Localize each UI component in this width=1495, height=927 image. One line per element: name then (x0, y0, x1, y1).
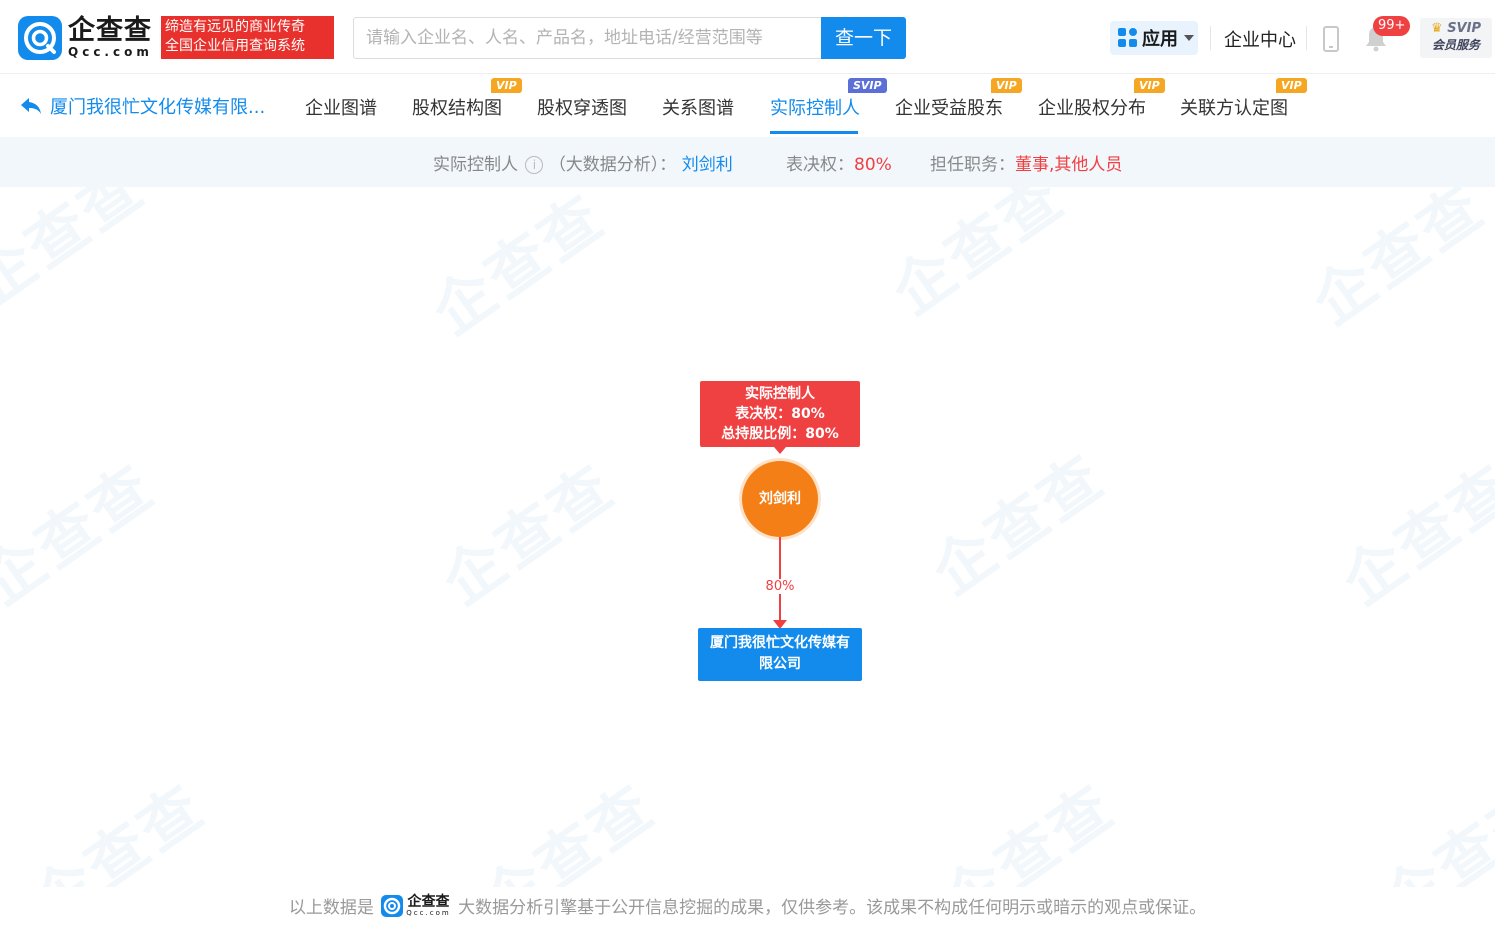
watermark: 企查查 (20, 771, 218, 887)
watermark: 企查查 (1370, 771, 1495, 887)
chevron-down-icon (1184, 35, 1194, 41)
qcc-logo[interactable]: 企查查 Qcc.com (18, 16, 153, 60)
tab-beneficial-shareholders[interactable]: 企业受益股东 (895, 94, 1003, 120)
tab-equity-structure[interactable]: 股权结构图 (412, 94, 502, 120)
slogan-line-1: 缔造有远见的商业传奇 (165, 19, 305, 35)
vip-badge: VIP (491, 78, 522, 93)
graph-nav: 厦门我很忙文化传媒有限... 企业图谱 股权结构图 VIP 股权穿透图 关系图谱… (0, 74, 1495, 137)
vip-badge: VIP (991, 78, 1022, 93)
tab-enterprise-graph[interactable]: 企业图谱 (305, 94, 377, 120)
notification-badge: 99+ (1373, 16, 1411, 36)
disclaimer-text: 大数据分析引擎基于公开信息挖掘的成果，仅供参考。该成果不构成任何明示或暗示的观点… (458, 898, 1207, 918)
graph-canvas[interactable]: 企查查 企查查 企查查 企查查 企查查 企查查 企查查 企查查 企查查 企查查 … (0, 187, 1495, 887)
watermark: 企查查 (880, 187, 1078, 329)
slogan-line-2: 全国企业信用查询系统 (165, 38, 305, 54)
svip-member-button[interactable]: ♛ SVIP 会员服务 (1420, 18, 1492, 58)
back-to-company-link[interactable]: 厦门我很忙文化传媒有限... (20, 93, 265, 119)
top-header: 企查查 Qcc.com 缔造有远见的商业传奇 全国企业信用查询系统 查一下 应用… (0, 0, 1495, 74)
tab-actual-controller[interactable]: 实际控制人 (770, 94, 860, 120)
watermark: 企查查 (0, 187, 158, 319)
logo-text: 企查查 (68, 15, 152, 46)
controller-tag-holding: 总持股比例：80% (721, 426, 839, 442)
watermark: 企查查 (1300, 187, 1495, 339)
watermark: 企查查 (920, 441, 1118, 609)
slogan-banner: 缔造有远见的商业传奇 全国企业信用查询系统 (161, 16, 334, 59)
divider (1306, 26, 1307, 50)
info-icon[interactable]: i (525, 156, 544, 174)
voting-value: 80% (854, 155, 892, 175)
disclaimer-prefix: 以上数据是 (288, 898, 374, 918)
analysis-label: （大数据分析）： (548, 155, 677, 175)
watermark: 企查查 (930, 771, 1128, 887)
position-label: 担任职务： (930, 155, 1015, 175)
apps-menu-button[interactable]: 应用 (1110, 21, 1198, 55)
qcc-logo-icon (381, 895, 404, 917)
vip-badge: VIP (1276, 78, 1307, 93)
controller-label: 实际控制人 (433, 155, 518, 175)
voting-label: 表决权： (786, 155, 854, 175)
watermark: 企查查 (470, 771, 668, 887)
tab-relation-graph[interactable]: 关系图谱 (662, 94, 734, 120)
qcc-logo-icon (18, 16, 62, 60)
crown-icon: ♛ (1431, 21, 1443, 36)
svip-label: SVIP (1447, 21, 1481, 36)
svip-subtitle: 会员服务 (1431, 38, 1480, 52)
tab-related-party[interactable]: 关联方认定图 (1180, 94, 1288, 120)
equity-edge-percent: 80% (756, 579, 804, 594)
controller-tag-title: 实际控制人 (745, 386, 815, 402)
footer-logo-domain: Qcc.com (406, 909, 451, 917)
watermark: 企查查 (430, 451, 628, 619)
active-tab-indicator (770, 131, 858, 134)
search-button[interactable]: 查一下 (821, 17, 906, 59)
actual-controller-tag: 实际控制人 表决权：80% 总持股比例：80% (700, 381, 860, 454)
controller-tag-voting: 表决权：80% (735, 406, 825, 422)
apps-label: 应用 (1142, 29, 1178, 50)
controller-name-link[interactable]: 刘剑利 (682, 155, 733, 175)
controller-summary-bar: 实际控制人 i （大数据分析）： 刘剑利 表决权：80% 担任职务：董事,其他人… (0, 137, 1495, 187)
back-arrow-icon (21, 98, 41, 114)
enterprise-center-link[interactable]: 企业中心 (1224, 26, 1296, 52)
position-value: 董事,其他人员 (1015, 155, 1123, 175)
footer-logo: 企查查 Qcc.com (381, 895, 450, 917)
company-node[interactable]: 厦门我很忙文化传媒有限公司 (698, 628, 862, 681)
footer-logo-text: 企查查 (407, 894, 450, 910)
apps-grid-icon (1118, 28, 1138, 48)
disclaimer-footer: 以上数据是 企查查 Qcc.com 大数据分析引擎基于公开信息挖掘的成果，仅供参… (0, 893, 1495, 918)
watermark: 企查查 (1330, 451, 1495, 619)
mobile-phone-icon[interactable] (1323, 26, 1339, 52)
tab-equity-distribution[interactable]: 企业股权分布 (1038, 94, 1146, 120)
divider (1210, 26, 1211, 50)
back-link-label: 厦门我很忙文化传媒有限... (50, 97, 266, 118)
svip-badge: SVIP (848, 78, 887, 93)
watermark: 企查查 (0, 451, 168, 619)
watermark: 企查查 (420, 187, 618, 349)
tab-equity-penetration[interactable]: 股权穿透图 (537, 94, 627, 120)
person-node[interactable]: 刘剑利 (742, 461, 818, 537)
search-input[interactable] (353, 17, 823, 59)
vip-badge: VIP (1134, 78, 1165, 93)
logo-domain: Qcc.com (68, 45, 153, 59)
